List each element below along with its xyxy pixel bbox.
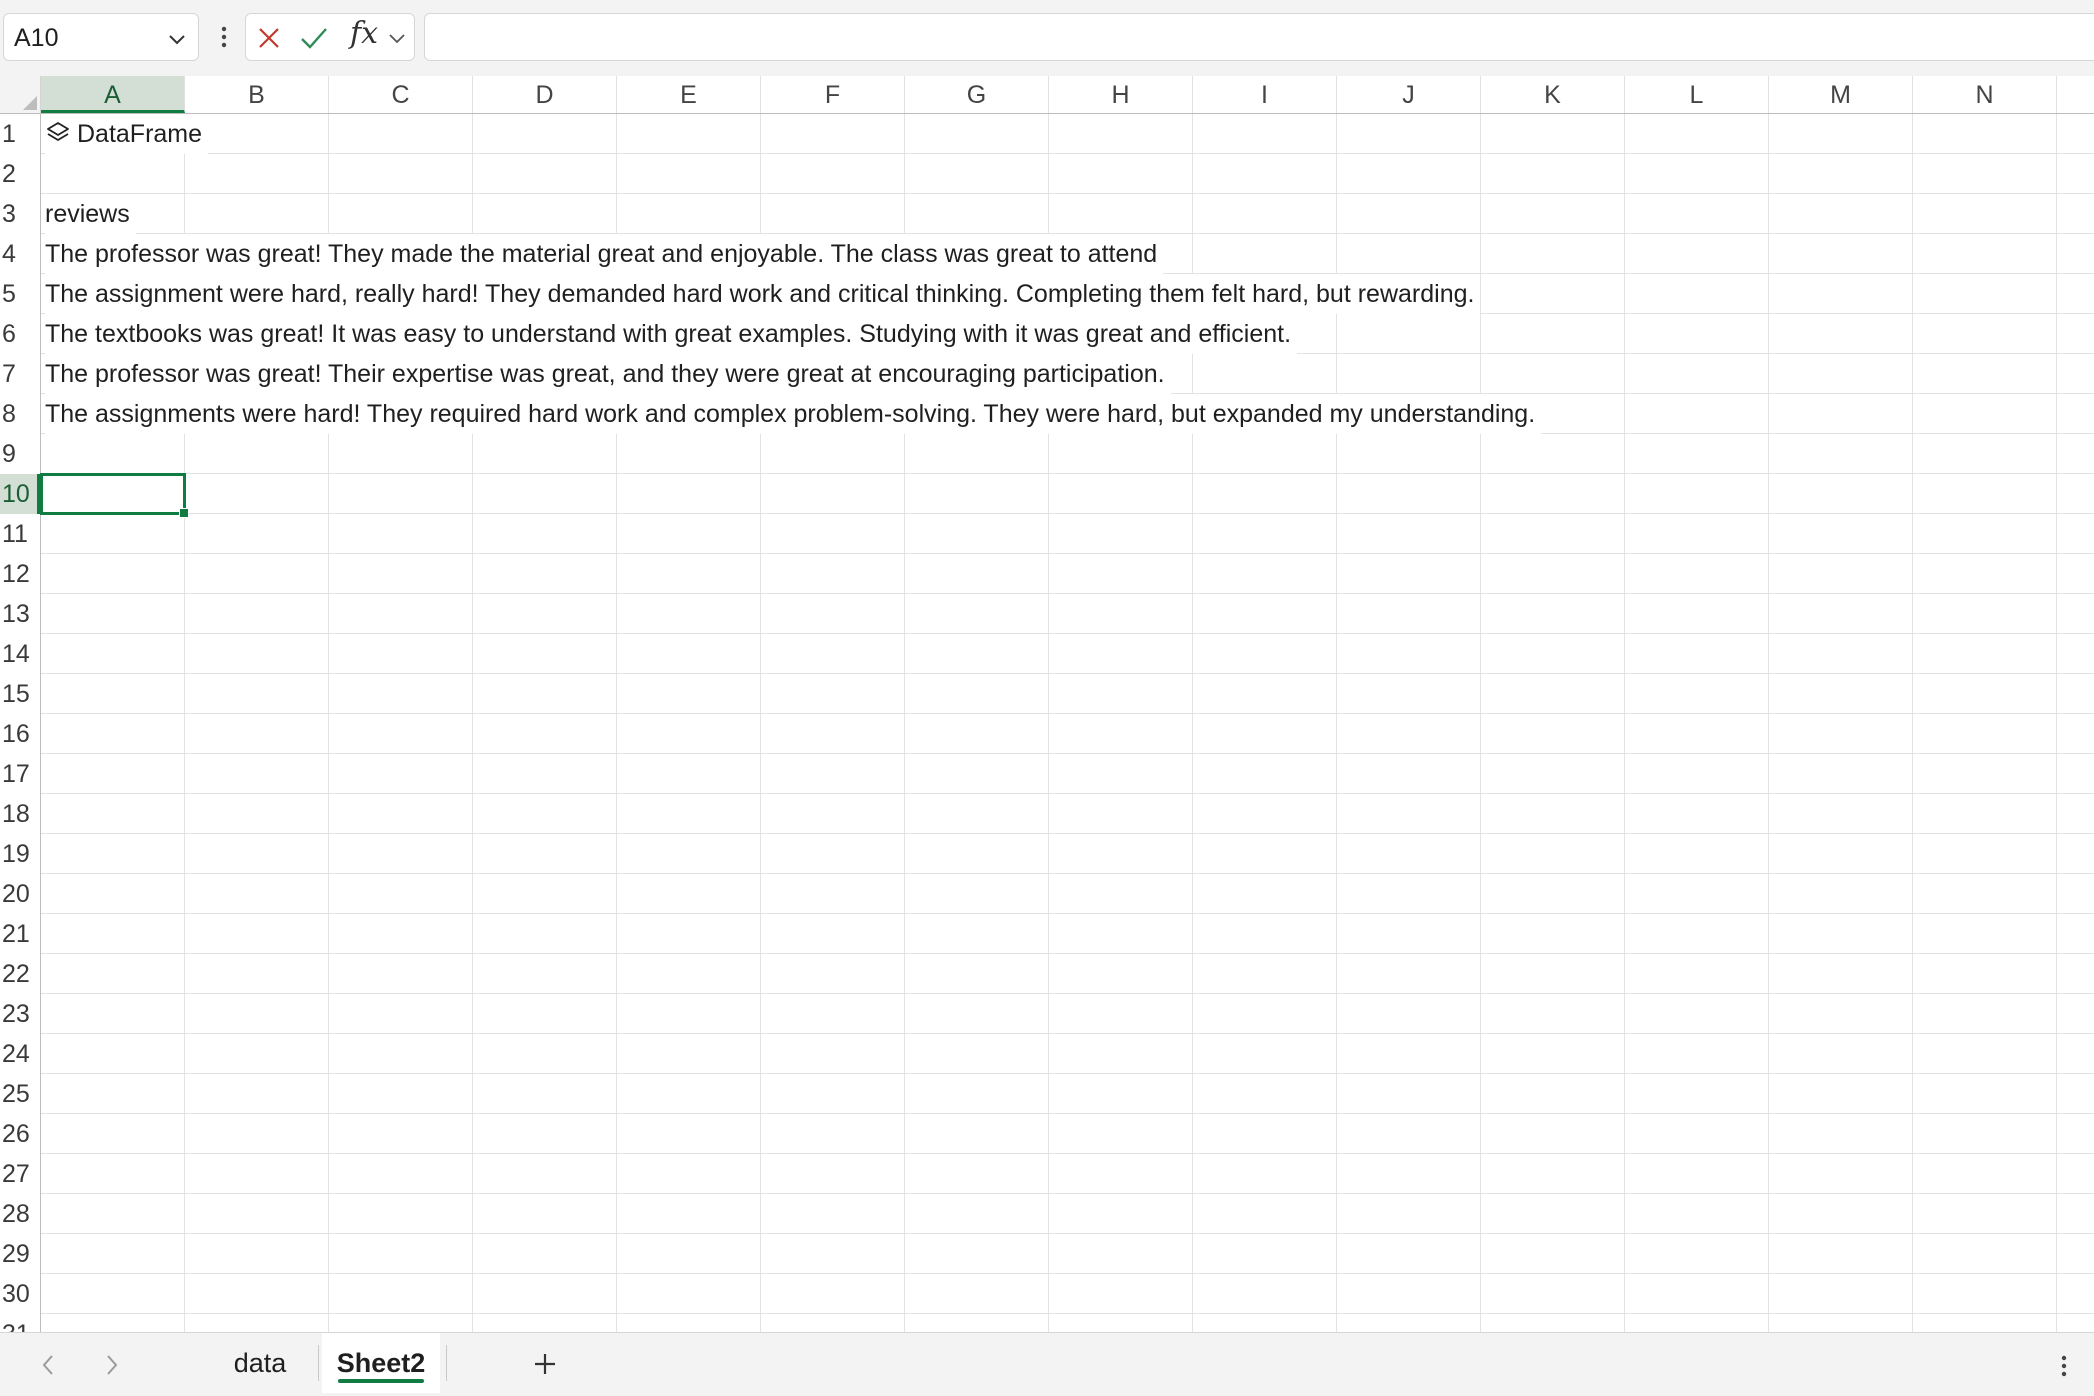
column-headers: ABCDEFGHIJKLMN xyxy=(41,76,2094,114)
cell-area[interactable]: DataFrame reviews The professor was grea… xyxy=(40,114,2094,1332)
plus-icon[interactable] xyxy=(530,1349,560,1379)
row-header-10[interactable]: 10 xyxy=(0,474,40,514)
row-header-31[interactable]: 31 xyxy=(0,1314,40,1332)
row-header-25[interactable]: 25 xyxy=(0,1074,40,1114)
row-header-27[interactable]: 27 xyxy=(0,1154,40,1194)
worksheet-grid: ABCDEFGHIJKLMN 1 2 3 4 5 6 7 8 9 10 11 12 13 14 15 16 17… xyxy=(0,76,2094,1332)
row-header-13[interactable]: 13 xyxy=(0,594,40,634)
sheet-tab-sheet2[interactable]: Sheet2 xyxy=(322,1333,440,1393)
row-header-28[interactable]: 28 xyxy=(0,1194,40,1234)
column-header-n[interactable]: N xyxy=(1913,76,2057,113)
active-cell-A10[interactable] xyxy=(40,473,189,518)
row-header-2[interactable]: 2 xyxy=(0,154,40,194)
row-header-22[interactable]: 22 xyxy=(0,954,40,994)
sheet-tab-data[interactable]: data xyxy=(210,1333,310,1393)
cell-A6[interactable]: The textbooks was great! It was easy to … xyxy=(45,314,1298,354)
column-header-i[interactable]: I xyxy=(1193,76,1337,113)
column-header-j[interactable]: J xyxy=(1337,76,1481,113)
select-all-icon xyxy=(23,96,37,110)
row-header-26[interactable]: 26 xyxy=(0,1114,40,1154)
column-header-l[interactable]: L xyxy=(1625,76,1769,113)
column-header-h[interactable]: H xyxy=(1049,76,1193,113)
sheet-tab-label: data xyxy=(233,1348,287,1378)
sheet-tab-label: Sheet2 xyxy=(336,1348,426,1378)
column-header-d[interactable]: D xyxy=(473,76,617,113)
chevron-down-icon[interactable] xyxy=(164,26,190,52)
cell-A8[interactable]: The assignments were hard! They required… xyxy=(45,394,1542,434)
layers-icon xyxy=(47,122,69,142)
row-header-29[interactable]: 29 xyxy=(0,1234,40,1274)
chevron-left-icon[interactable] xyxy=(36,1351,60,1379)
close-icon[interactable] xyxy=(254,23,284,53)
column-header-a[interactable]: A xyxy=(41,76,185,113)
row-header-23[interactable]: 23 xyxy=(0,994,40,1034)
column-header-k[interactable]: K xyxy=(1481,76,1625,113)
name-box[interactable]: A10 xyxy=(3,13,199,61)
column-header-g[interactable]: G xyxy=(905,76,1049,113)
row-header-8[interactable]: 8 xyxy=(0,394,40,434)
row-header-1[interactable]: 1 xyxy=(0,114,40,154)
column-header-b[interactable]: B xyxy=(185,76,329,113)
select-all-button[interactable] xyxy=(0,76,41,114)
row-headers: 1 2 3 4 5 6 7 8 9 10 11 12 13 14 15 16 17 18 19 20 21 22 23 24 2… xyxy=(0,114,41,1332)
column-header-c[interactable]: C xyxy=(329,76,473,113)
check-icon[interactable] xyxy=(298,23,330,53)
cell-A3[interactable]: reviews xyxy=(45,194,136,234)
row-header-9[interactable]: 9 xyxy=(0,434,40,474)
formula-controls: fx xyxy=(245,13,415,61)
row-header-19[interactable]: 19 xyxy=(0,834,40,874)
column-header-m[interactable]: M xyxy=(1769,76,1913,113)
fill-handle[interactable] xyxy=(179,508,189,518)
chevron-right-icon[interactable] xyxy=(100,1351,124,1379)
cell-A5[interactable]: The assignment were hard, really hard! T… xyxy=(45,274,1481,314)
more-options-icon[interactable] xyxy=(212,20,236,54)
formula-input[interactable] xyxy=(424,13,2094,61)
row-header-30[interactable]: 30 xyxy=(0,1274,40,1314)
chevron-down-icon[interactable] xyxy=(386,27,408,49)
column-header-e[interactable]: E xyxy=(617,76,761,113)
row-header-6[interactable]: 6 xyxy=(0,314,40,354)
column-header-f[interactable]: F xyxy=(761,76,905,113)
name-box-value: A10 xyxy=(14,24,59,52)
row-header-11[interactable]: 11 xyxy=(0,514,40,554)
cell-A1[interactable]: DataFrame xyxy=(45,114,209,154)
cell-A1-text: DataFrame xyxy=(77,120,203,148)
row-header-12[interactable]: 12 xyxy=(0,554,40,594)
tab-divider xyxy=(318,1345,319,1381)
cell-A7[interactable]: The professor was great! Their expertise… xyxy=(45,354,1171,394)
row-header-21[interactable]: 21 xyxy=(0,914,40,954)
row-header-5[interactable]: 5 xyxy=(0,274,40,314)
row-header-16[interactable]: 16 xyxy=(0,714,40,754)
sheet-tab-bar: data Sheet2 xyxy=(0,1332,2094,1396)
row-header-24[interactable]: 24 xyxy=(0,1034,40,1074)
tab-divider xyxy=(446,1345,447,1381)
row-header-4[interactable]: 4 xyxy=(0,234,40,274)
active-tab-indicator xyxy=(338,1379,424,1383)
formula-bar: A10 fx xyxy=(0,0,2094,76)
row-header-18[interactable]: 18 xyxy=(0,794,40,834)
cell-A4[interactable]: The professor was great! They made the m… xyxy=(45,234,1164,274)
insert-function-button[interactable]: fx xyxy=(350,16,378,51)
excel-window: A10 fx A B C D E F G H I J K L M N 1 2 3… xyxy=(0,0,2094,1396)
row-header-20[interactable]: 20 xyxy=(0,874,40,914)
row-header-14[interactable]: 14 xyxy=(0,634,40,674)
row-header-17[interactable]: 17 xyxy=(0,754,40,794)
row-header-15[interactable]: 15 xyxy=(0,674,40,714)
more-options-icon[interactable] xyxy=(2052,1351,2076,1381)
row-header-3[interactable]: 3 xyxy=(0,194,40,234)
row-header-7[interactable]: 7 xyxy=(0,354,40,394)
